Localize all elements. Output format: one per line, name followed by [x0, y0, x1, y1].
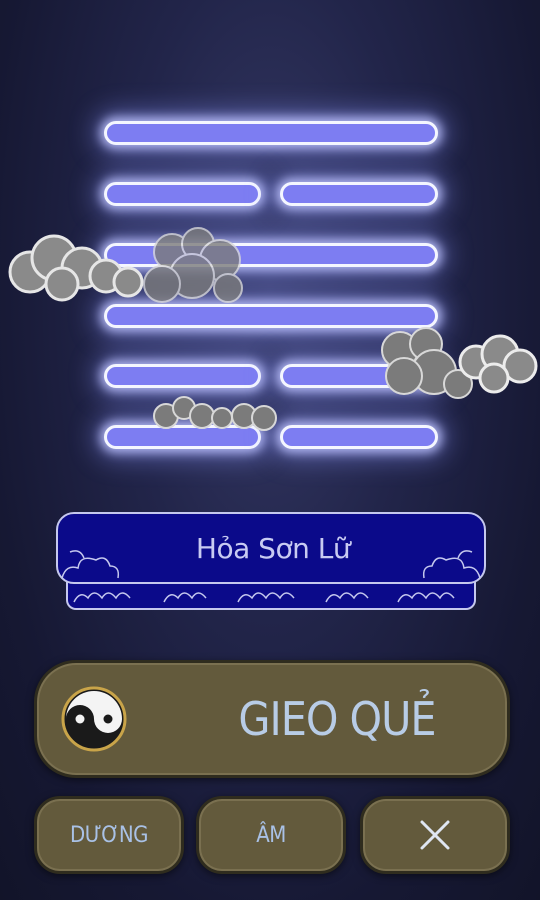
clear-button[interactable]	[360, 796, 510, 874]
yin-button[interactable]: ÂM	[196, 796, 346, 874]
cast-hexagram-button[interactable]: GIEO QUẺ	[34, 660, 510, 778]
hexagram-line-yin-left	[104, 364, 261, 388]
yin-button-label: ÂM	[256, 822, 286, 848]
hexagram-name-banner: Hỏa Sơn Lữ	[56, 512, 486, 612]
banner-body: Hỏa Sơn Lữ	[56, 512, 486, 584]
cloud-icon	[381, 327, 538, 399]
cast-button-label: GIEO QUẺ	[238, 692, 436, 746]
cloud-icon	[153, 396, 277, 431]
yin-yang-icon	[61, 686, 127, 752]
hexagram-line-yin-left	[104, 182, 261, 206]
cloud-icon	[8, 227, 243, 303]
yang-button[interactable]: DƯƠNG	[34, 796, 184, 874]
hexagram-line-yang	[104, 121, 438, 145]
close-icon	[420, 820, 450, 850]
hexagram-line-yin-right	[280, 425, 438, 449]
hexagram-name: Hỏa Sơn Lữ	[195, 532, 351, 565]
hexagram-line-yin-right	[280, 182, 438, 206]
banner-cloud-border	[66, 580, 476, 610]
hexagram-display	[0, 0, 540, 470]
cloud-pattern-icon	[73, 592, 455, 603]
yang-button-label: DƯƠNG	[70, 822, 148, 848]
